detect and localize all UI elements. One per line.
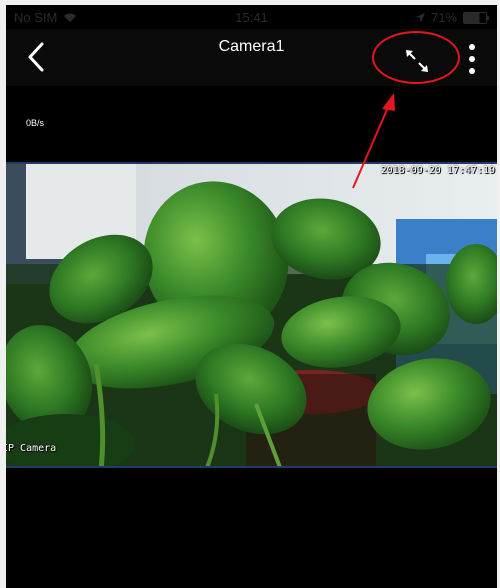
expand-arrows-icon [406,50,428,72]
status-bar: No SIM 15:41 71% [6,5,497,29]
video-frame-image [6,164,497,466]
status-right: 71% [415,10,489,25]
camera-live-view-screen: No SIM 15:41 71% Camera1 0B/s 2018-09-20… [6,5,497,588]
back-button[interactable] [20,39,56,75]
location-icon [415,12,425,23]
chevron-left-icon [28,42,44,72]
battery-icon [463,11,489,24]
more-options-button[interactable] [462,41,482,79]
osd-camera-name: IP Camera [6,443,57,454]
battery-percent: 71% [430,10,457,25]
nav-bar [6,29,497,86]
stream-speed-label: 0B/s [26,118,45,128]
osd-timestamp: 2018-09-20 17:47:19 [380,165,495,176]
fullscreen-button[interactable] [399,43,435,79]
more-vertical-icon [469,44,475,74]
video-feed[interactable]: 2018-09-20 17:47:19 IP Camera [6,162,497,468]
